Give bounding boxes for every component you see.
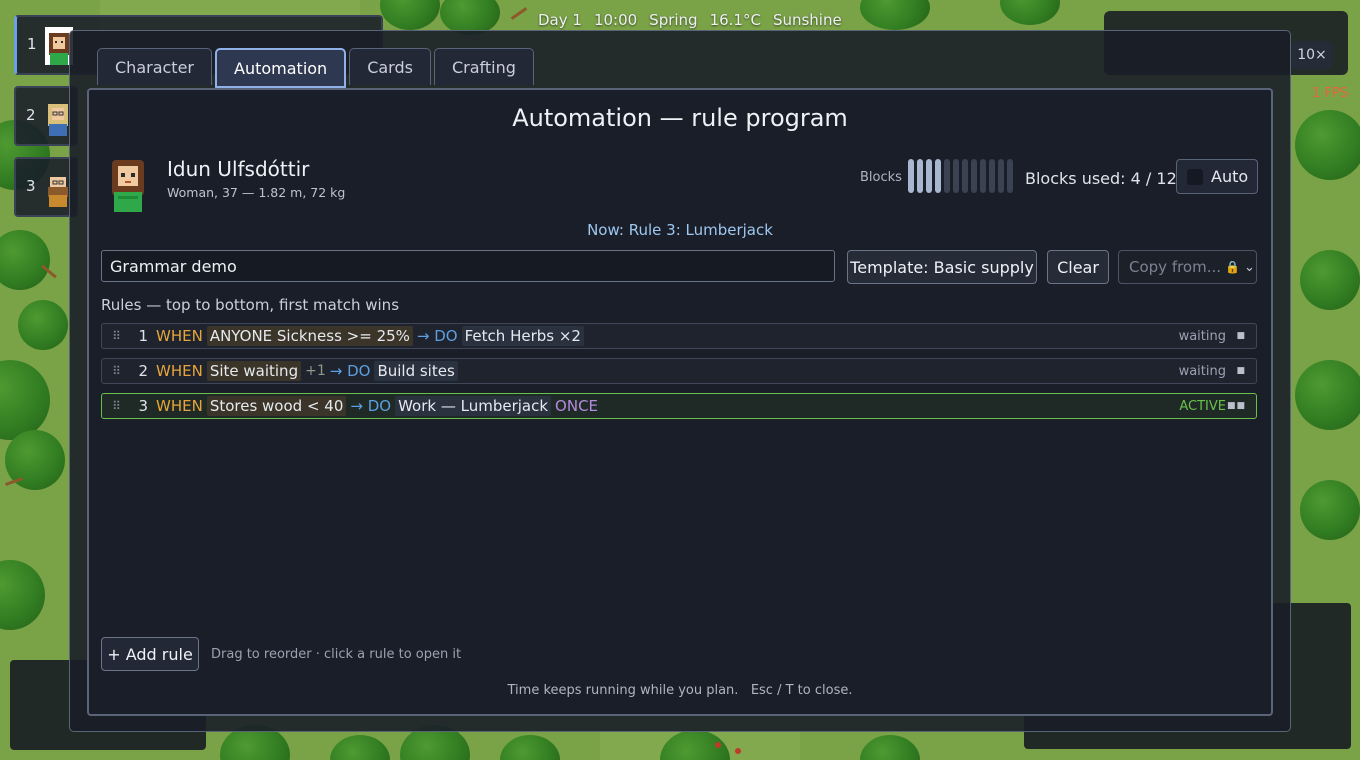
block-used xyxy=(926,159,932,193)
season-label: Spring xyxy=(649,11,698,29)
blocks-used-text: Blocks used: 4 / 12 xyxy=(1025,169,1177,188)
rule-condition[interactable]: Stores wood < 40 xyxy=(206,396,347,416)
character-portrait-icon xyxy=(112,160,144,212)
when-keyword: WHEN xyxy=(156,397,203,415)
character-slot-number: 3 xyxy=(26,177,36,195)
character-portrait-icon xyxy=(48,104,68,136)
chevron-down-icon: ⌄ xyxy=(1243,259,1255,275)
rule-number: 1 xyxy=(138,327,148,345)
template-button[interactable]: Template: Basic supply xyxy=(847,250,1037,284)
block-free xyxy=(962,159,968,193)
tab-cards[interactable]: Cards xyxy=(349,48,431,85)
rule-row[interactable]: ⠿ 2 WHEN Site waiting +1 → DO Build site… xyxy=(101,358,1257,384)
auto-label: Auto xyxy=(1211,167,1249,186)
block-free xyxy=(971,159,977,193)
rule-number: 3 xyxy=(138,397,148,415)
rule-condition-extra: +1 xyxy=(305,363,326,379)
rule-condition[interactable]: ANYONE Sickness >= 25% xyxy=(206,326,413,346)
program-name-input[interactable]: Grammar demo xyxy=(101,250,835,282)
block-free xyxy=(980,159,986,193)
character-portrait-icon xyxy=(48,177,68,207)
checkbox-icon xyxy=(1187,168,1203,185)
rule-cost-indicator: ■ xyxy=(1236,366,1246,376)
block-used xyxy=(917,159,923,193)
clock-label: 10:00 xyxy=(593,11,638,29)
rule-status: waiting xyxy=(1178,363,1226,379)
rule-action[interactable]: Work — Lumberjack xyxy=(395,396,552,416)
do-keyword: → DO xyxy=(416,327,458,345)
temperature-label: 16.1°C xyxy=(709,11,761,29)
character-slot-number: 1 xyxy=(27,35,37,53)
rule-action[interactable]: Fetch Herbs ×2 xyxy=(461,326,584,346)
character-slot-number: 2 xyxy=(26,106,36,124)
rule-cost-indicator: ■ xyxy=(1236,331,1246,341)
drag-handle-icon[interactable]: ⠿ xyxy=(102,329,130,343)
rule-cost-indicator: ■■ xyxy=(1226,401,1246,411)
rule-number: 2 xyxy=(138,362,148,380)
character-window: Character Automation Cards Crafting Auto… xyxy=(69,30,1291,732)
automation-panel: Automation — rule program Idun Ulfsdótti… xyxy=(87,88,1273,716)
block-free xyxy=(944,159,950,193)
time-weather-bar: Day 1 10:00 Spring 16.1°C Sunshine xyxy=(538,11,842,29)
tab-character[interactable]: Character xyxy=(97,48,212,85)
window-tabs: Character Automation Cards Crafting xyxy=(97,48,534,88)
copy-from-select[interactable]: Copy from... 🔒 ⌄ xyxy=(1118,250,1257,284)
panel-title: Automation — rule program xyxy=(512,104,848,132)
block-used xyxy=(908,159,914,193)
rule-status: ACTIVE xyxy=(1179,398,1226,414)
current-rule-label: Now: Rule 3: Lumberjack xyxy=(587,221,773,239)
drag-handle-icon[interactable]: ⠿ xyxy=(102,364,130,378)
blocks-meter xyxy=(908,159,1013,193)
once-modifier: ONCE xyxy=(555,397,599,415)
rule-condition[interactable]: Site waiting xyxy=(206,361,302,381)
rule-row-active[interactable]: ⠿ 3 WHEN Stores wood < 40 → DO Work — Lu… xyxy=(101,393,1257,419)
block-free xyxy=(989,159,995,193)
drag-handle-icon[interactable]: ⠿ xyxy=(102,399,130,413)
character-name: Idun Ulfsdóttir xyxy=(167,157,310,181)
tab-automation[interactable]: Automation xyxy=(215,48,347,88)
block-free xyxy=(953,159,959,193)
when-keyword: WHEN xyxy=(156,362,203,380)
copy-from-placeholder: Copy from... xyxy=(1129,258,1222,276)
character-details: Woman, 37 — 1.82 m, 72 kg xyxy=(167,185,346,200)
do-keyword: → DO xyxy=(350,397,392,415)
reorder-hint: Drag to reorder · click a rule to open i… xyxy=(211,647,462,662)
speed-10x-button[interactable]: 10× xyxy=(1292,41,1332,69)
when-keyword: WHEN xyxy=(156,327,203,345)
block-free xyxy=(1007,159,1013,193)
lock-icon: 🔒 xyxy=(1225,260,1240,274)
add-rule-button[interactable]: + Add rule xyxy=(101,637,199,671)
auto-toggle[interactable]: Auto xyxy=(1176,159,1258,194)
do-keyword: → DO xyxy=(329,362,371,380)
block-used xyxy=(935,159,941,193)
block-free xyxy=(998,159,1004,193)
day-label: Day 1 xyxy=(538,11,582,29)
rules-heading: Rules — top to bottom, first match wins xyxy=(101,296,400,314)
panel-footer: Time keeps running while you plan. Esc /… xyxy=(507,683,853,698)
rule-status: waiting xyxy=(1178,328,1226,344)
fps-counter: 1 FPS xyxy=(1312,86,1348,101)
blocks-label: Blocks xyxy=(860,170,902,185)
rule-action[interactable]: Build sites xyxy=(374,361,458,381)
tab-crafting[interactable]: Crafting xyxy=(433,48,534,85)
weather-label: Sunshine xyxy=(772,11,842,29)
rule-row[interactable]: ⠿ 1 WHEN ANYONE Sickness >= 25% → DO Fet… xyxy=(101,323,1257,349)
clear-button[interactable]: Clear xyxy=(1047,250,1109,284)
